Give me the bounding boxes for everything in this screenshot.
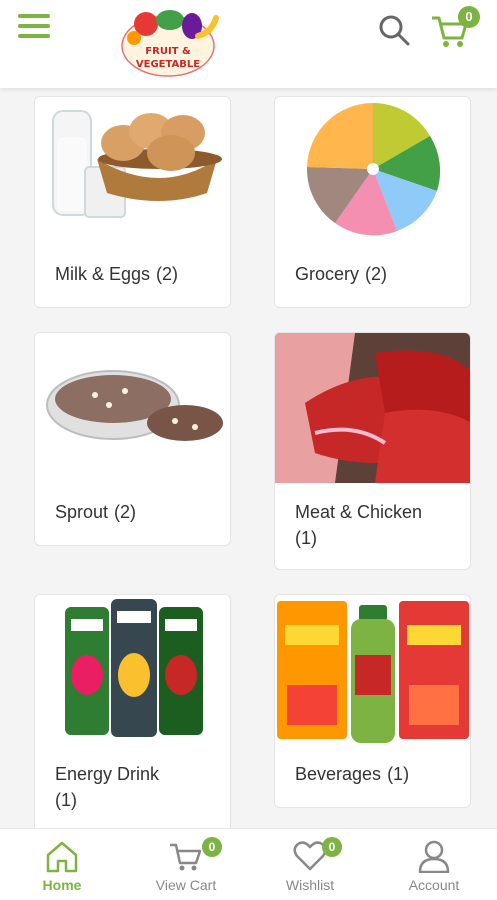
category-card-milk-eggs[interactable]: Milk & Eggs (2) <box>34 96 231 308</box>
category-label: Beverages (1) <box>295 761 460 787</box>
category-name: Beverages <box>295 764 382 784</box>
nav-home[interactable]: Home <box>0 829 124 900</box>
nav-wishlist[interactable]: 0 Wishlist <box>248 829 372 900</box>
category-name: Grocery <box>295 264 360 284</box>
category-label: Sprout (2) <box>55 499 220 525</box>
category-count: (2) <box>114 502 137 522</box>
category-count: (1) <box>387 764 410 784</box>
milk-eggs-image <box>35 97 230 247</box>
hamburger-menu-icon[interactable] <box>18 14 50 42</box>
category-card-meat-chicken[interactable]: Meat & Chicken (1) <box>274 332 471 570</box>
nav-view-cart-label: View Cart <box>155 877 217 893</box>
category-card-grocery[interactable]: Grocery (2) <box>274 96 471 308</box>
search-icon[interactable] <box>376 12 412 48</box>
category-label: Meat & Chicken (1) <box>295 499 460 551</box>
category-label: Energy Drink (1) <box>55 761 220 813</box>
energy-drink-image <box>35 595 230 745</box>
nav-wishlist-label: Wishlist <box>285 877 335 893</box>
category-card-sprout[interactable]: Sprout (2) <box>34 332 231 546</box>
category-count: (1) <box>55 790 77 810</box>
nav-view-cart[interactable]: 0 View Cart <box>124 829 248 900</box>
user-icon <box>418 840 450 873</box>
logo-text-2: VEGETABLE <box>136 59 200 70</box>
category-name: Milk & Eggs <box>55 264 151 284</box>
category-name: Meat & Chicken <box>295 502 423 522</box>
home-icon <box>46 841 78 873</box>
beverages-image <box>275 595 470 745</box>
store-logo[interactable]: FRUIT & VEGETABLE <box>112 2 224 86</box>
sprout-image <box>35 333 230 483</box>
wishlist-badge: 0 <box>322 837 342 857</box>
category-card-energy-drink[interactable]: Energy Drink (1) <box>34 594 231 828</box>
cart-icon <box>170 843 202 871</box>
category-card-beverages[interactable]: Beverages (1) <box>274 594 471 808</box>
view-cart-badge: 0 <box>202 837 222 857</box>
bottom-navigation: Home 0 View Cart 0 Wishlist Account <box>0 828 497 900</box>
category-label: Grocery (2) <box>295 261 460 287</box>
cart-count-badge: 0 <box>458 6 480 28</box>
category-count: (2) <box>365 264 388 284</box>
category-name: Energy Drink <box>55 764 160 784</box>
app-header: FRUIT & VEGETABLE 0 <box>0 0 497 88</box>
nav-account-label: Account <box>408 877 460 893</box>
nav-account[interactable]: Account <box>372 829 496 900</box>
category-label: Milk & Eggs (2) <box>55 261 220 287</box>
category-count: (1) <box>295 528 317 548</box>
category-grid: Milk & Eggs (2) Grocery (2) Sprout (2) M… <box>0 88 497 828</box>
category-count: (2) <box>156 264 179 284</box>
meat-image <box>275 333 470 483</box>
grocery-image <box>275 97 470 247</box>
category-name: Sprout <box>55 502 109 522</box>
nav-home-label: Home <box>42 877 82 893</box>
logo-text-1: FRUIT & <box>145 46 191 57</box>
